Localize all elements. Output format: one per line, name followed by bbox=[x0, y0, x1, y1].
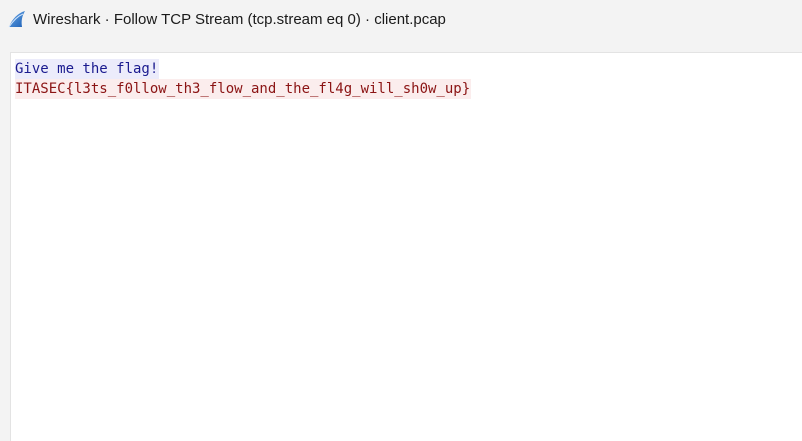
window-title: Wireshark · Follow TCP Stream (tcp.strea… bbox=[33, 10, 446, 28]
stream-text[interactable]: Give me the flag! ITASEC{l3ts_f0llow_th3… bbox=[15, 59, 472, 99]
wireshark-fin-icon bbox=[7, 9, 27, 29]
stream-line-server: ITASEC{l3ts_f0llow_th3_flow_and_the_fl4g… bbox=[15, 79, 472, 99]
server-response-text: ITASEC{l3ts_f0llow_th3_flow_and_the_fl4g… bbox=[15, 79, 472, 99]
stream-line-client: Give me the flag! bbox=[15, 59, 471, 79]
follow-tcp-stream-window: Wireshark · Follow TCP Stream (tcp.strea… bbox=[0, 0, 802, 441]
stream-content-area[interactable]: Give me the flag! ITASEC{l3ts_f0llow_th3… bbox=[10, 52, 802, 441]
client-request-text: Give me the flag! bbox=[15, 59, 160, 79]
title-bar[interactable]: Wireshark · Follow TCP Stream (tcp.strea… bbox=[0, 0, 802, 38]
